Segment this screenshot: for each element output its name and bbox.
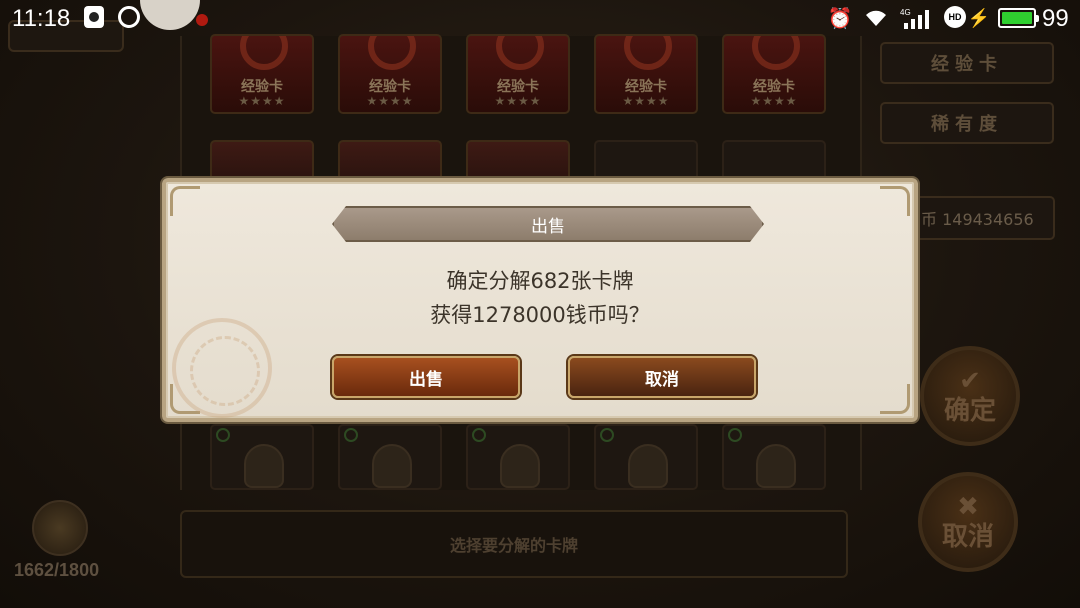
card-slot[interactable] bbox=[722, 424, 826, 490]
battery-fill bbox=[1002, 12, 1032, 24]
dialog-corner-ornament bbox=[880, 186, 910, 216]
card-slot[interactable] bbox=[210, 424, 314, 490]
app-status-icon bbox=[118, 6, 140, 28]
card-slot[interactable]: 经验卡 ★★★★ bbox=[338, 34, 442, 114]
card-stars: ★★★★ bbox=[750, 94, 798, 108]
card-emblem-icon bbox=[496, 36, 544, 70]
helmet-icon bbox=[244, 444, 284, 488]
card-stars: ★★★★ bbox=[622, 94, 670, 108]
locked-mark-icon bbox=[600, 428, 614, 442]
card-name: 经验卡 bbox=[241, 79, 283, 95]
card-slot[interactable]: 经验卡 ★★★★ bbox=[594, 34, 698, 114]
network-type: 4G bbox=[900, 8, 911, 17]
dialog-message-line: 获得1278000钱币吗？ bbox=[430, 303, 650, 327]
notification-icon bbox=[84, 6, 104, 28]
dialog-title: 出售 bbox=[531, 216, 565, 237]
cancel-button[interactable]: 取消 bbox=[568, 356, 756, 398]
battery-percent: 99 bbox=[1042, 5, 1069, 32]
locked-mark-icon bbox=[344, 428, 358, 442]
dialog-message-line: 确定分解682张卡牌 bbox=[446, 269, 634, 293]
check-icon: ✔ bbox=[959, 366, 981, 396]
avatar bbox=[140, 0, 200, 30]
status-bar: 11:18 ⏰ 4G HD ⚡ 99 bbox=[0, 0, 1080, 36]
card-slot[interactable]: 经验卡 ★★★★ bbox=[466, 34, 570, 114]
helmet-icon bbox=[500, 444, 540, 488]
confirm-round-button[interactable]: ✔ 确定 bbox=[920, 346, 1020, 446]
alarm-icon: ⏰ bbox=[827, 7, 853, 30]
dialog-title-bar: 出售 bbox=[332, 206, 764, 242]
clock: 11:18 bbox=[12, 5, 71, 32]
wifi-icon bbox=[864, 6, 888, 30]
card-name: 经验卡 bbox=[369, 79, 411, 95]
confirm-label: 确定 bbox=[943, 396, 996, 426]
card-slot[interactable] bbox=[594, 424, 698, 490]
bag-count: 1662/1800 bbox=[14, 560, 100, 580]
magic-circle-icon bbox=[172, 318, 272, 418]
card-name: 经验卡 bbox=[497, 79, 539, 95]
filter-rarity-button[interactable]: 稀有度 bbox=[880, 102, 1054, 144]
charging-icon: ⚡ bbox=[967, 7, 991, 28]
notification-dot bbox=[196, 14, 208, 26]
helmet-icon bbox=[628, 444, 668, 488]
sell-button[interactable]: 出售 bbox=[332, 356, 520, 398]
dialog-corner-ornament bbox=[170, 186, 200, 216]
battery-icon bbox=[998, 8, 1039, 28]
card-slot[interactable]: 经验卡 ★★★★ bbox=[722, 34, 826, 114]
card-slot[interactable]: 经验卡 ★★★★ bbox=[210, 34, 314, 114]
dialog-corner-ornament bbox=[880, 384, 910, 414]
card-name: 经验卡 bbox=[625, 79, 667, 95]
helmet-icon bbox=[756, 444, 796, 488]
card-slot[interactable] bbox=[466, 424, 570, 490]
card-slot[interactable] bbox=[338, 424, 442, 490]
locked-mark-icon bbox=[216, 428, 230, 442]
card-stars: ★★★★ bbox=[366, 94, 414, 108]
hd-voice-icon: HD bbox=[944, 6, 966, 28]
card-name: 经验卡 bbox=[753, 79, 795, 95]
filter-exp-card-button[interactable]: 经验卡 bbox=[880, 42, 1054, 84]
card-emblem-icon bbox=[752, 36, 800, 70]
cross-icon: ✖ bbox=[957, 492, 979, 522]
locked-mark-icon bbox=[728, 428, 742, 442]
card-emblem-icon bbox=[624, 36, 672, 70]
card-bag-icon[interactable] bbox=[32, 500, 88, 556]
cancel-round-button[interactable]: ✖ 取消 bbox=[918, 472, 1018, 572]
selection-hint-bar: 选择要分解的卡牌 bbox=[180, 510, 848, 578]
card-emblem-icon bbox=[240, 36, 288, 70]
card-emblem-icon bbox=[368, 36, 416, 70]
card-stars: ★★★★ bbox=[494, 94, 542, 108]
locked-mark-icon bbox=[472, 428, 486, 442]
signal-icon: 4G bbox=[900, 6, 934, 30]
card-stars: ★★★★ bbox=[238, 94, 286, 108]
dialog-message: 确定分解682张卡牌 获得1278000钱币吗？ bbox=[166, 264, 914, 332]
sell-confirm-dialog: 出售 确定分解682张卡牌 获得1278000钱币吗？ 出售 取消 bbox=[162, 178, 918, 422]
cancel-label: 取消 bbox=[941, 522, 994, 552]
helmet-icon bbox=[372, 444, 412, 488]
coin-balance: 币 149434656 bbox=[915, 196, 1055, 240]
